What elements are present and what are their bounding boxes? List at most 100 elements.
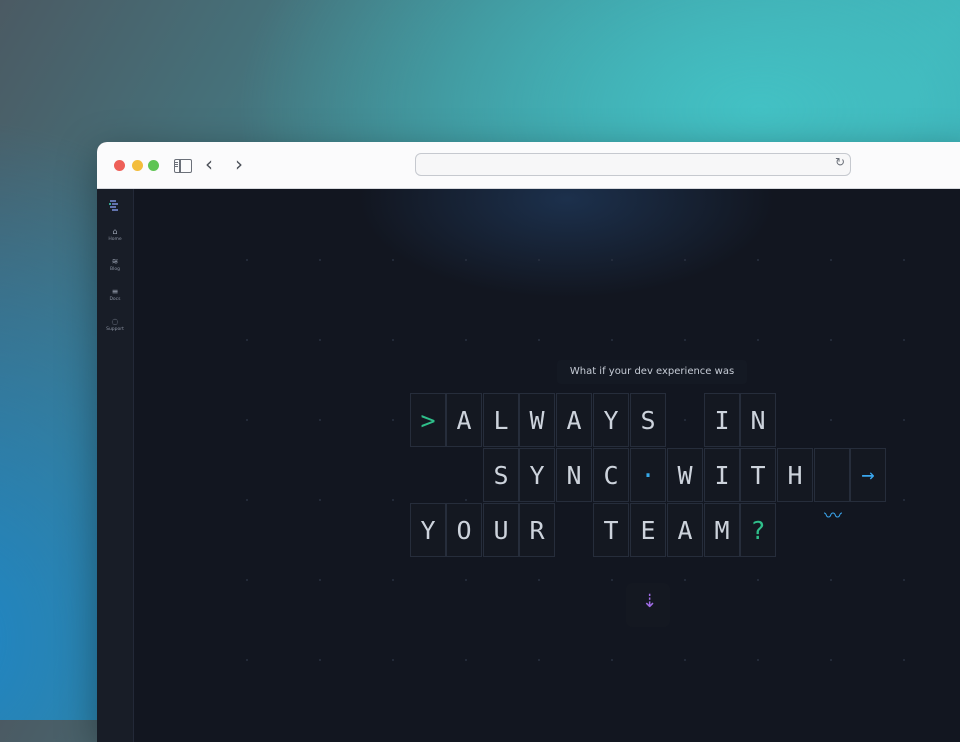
grid-dot — [684, 259, 686, 261]
grid-dot — [830, 659, 832, 661]
grid-dot — [538, 579, 540, 581]
letter-tile: H — [777, 448, 813, 502]
letter-tile: O — [446, 503, 482, 557]
address-bar[interactable]: ↻ — [415, 153, 851, 176]
grid-dot — [319, 499, 321, 501]
letter-tile: N — [556, 448, 592, 502]
browser-window: ‹ › ↻ ⌂ Home ≋ Blog ≡ Docs ◌ Support Wha… — [97, 142, 960, 742]
grid-dot — [903, 659, 905, 661]
letter-tile: S — [483, 448, 519, 502]
letter-tile: > — [410, 393, 446, 447]
grid-dot — [392, 419, 394, 421]
reload-icon[interactable]: ↻ — [835, 155, 845, 169]
grid-dot — [246, 659, 248, 661]
grid-dot — [246, 579, 248, 581]
letter-tile: A — [667, 503, 703, 557]
letter-tile: W — [519, 393, 555, 447]
grid-dot — [465, 499, 467, 501]
letter-tile: ? — [740, 503, 776, 557]
minimize-window-button[interactable] — [132, 160, 143, 171]
grid-dot — [319, 339, 321, 341]
close-window-button[interactable] — [114, 160, 125, 171]
letter-tile-separator: · — [630, 448, 666, 502]
letter-tile: R — [519, 503, 555, 557]
grid-dot — [392, 499, 394, 501]
grid-dot — [684, 659, 686, 661]
letter-tile: A — [556, 393, 592, 447]
grid-dot — [246, 259, 248, 261]
letter-tile: Y — [519, 448, 555, 502]
grid-dot — [465, 579, 467, 581]
nav-item-docs[interactable]: ≡ Docs — [97, 287, 133, 303]
letter-tile: I — [704, 448, 740, 502]
grid-dot — [319, 419, 321, 421]
support-icon: ◌ — [111, 317, 119, 326]
browser-titlebar: ‹ › ↻ — [97, 142, 960, 189]
grid-dot — [757, 339, 759, 341]
letter-tile: L — [483, 393, 519, 447]
grid-dot — [830, 259, 832, 261]
letter-tile: U — [483, 503, 519, 557]
nav-label-support: Support — [106, 327, 124, 332]
grid-dot — [830, 579, 832, 581]
grid-dot — [392, 259, 394, 261]
grid-dot — [903, 339, 905, 341]
docs-icon: ≡ — [111, 287, 119, 296]
grid-dot — [903, 419, 905, 421]
letter-tile-space — [556, 503, 592, 557]
logo-icon[interactable] — [108, 199, 120, 213]
letter-tile: T — [740, 448, 776, 502]
side-navigation: ⌂ Home ≋ Blog ≡ Docs ◌ Support — [97, 189, 134, 742]
grid-dot — [392, 579, 394, 581]
page-content: ⌂ Home ≋ Blog ≡ Docs ◌ Support What if y… — [97, 189, 960, 742]
nav-item-home[interactable]: ⌂ Home — [97, 227, 133, 243]
letter-tile: A — [446, 393, 482, 447]
grid-dot — [757, 659, 759, 661]
grid-dot — [611, 659, 613, 661]
grid-dot — [538, 659, 540, 661]
grid-dot — [538, 259, 540, 261]
letter-tile: E — [630, 503, 666, 557]
tagline: What if your dev experience was — [557, 360, 747, 384]
grid-dot — [465, 659, 467, 661]
rss-icon: ≋ — [111, 257, 119, 266]
letter-tile: S — [630, 393, 666, 447]
down-arrow-icon: ⇣ — [642, 591, 658, 612]
maximize-window-button[interactable] — [148, 160, 159, 171]
sidebar-toggle-icon[interactable] — [174, 159, 192, 173]
grid-dot — [611, 579, 613, 581]
grid-dot — [319, 259, 321, 261]
grid-dot — [611, 339, 613, 341]
scroll-down-button[interactable]: ⇣ — [626, 583, 670, 627]
grid-dot — [684, 339, 686, 341]
back-arrow-icon[interactable]: ‹ — [205, 154, 213, 174]
grid-dot — [538, 339, 540, 341]
grid-dot — [246, 419, 248, 421]
grid-dot — [830, 419, 832, 421]
letter-tile: W — [667, 448, 703, 502]
nav-item-blog[interactable]: ≋ Blog — [97, 257, 133, 273]
grid-dot — [246, 499, 248, 501]
forward-arrow-icon[interactable]: › — [235, 154, 243, 174]
squiggle-icon: 〰 — [824, 506, 842, 527]
letter-tile: Y — [593, 393, 629, 447]
grid-dot — [611, 259, 613, 261]
nav-item-support[interactable]: ◌ Support — [97, 317, 133, 333]
grid-dot — [903, 259, 905, 261]
letter-tile: T — [593, 503, 629, 557]
nav-label-blog: Blog — [110, 267, 120, 272]
letter-tile: C — [593, 448, 629, 502]
grid-dot — [903, 499, 905, 501]
grid-dot — [246, 339, 248, 341]
squiggle-tile — [814, 448, 850, 502]
letter-tile: M — [704, 503, 740, 557]
grid-dot — [319, 659, 321, 661]
grid-dot — [903, 579, 905, 581]
grid-dot — [684, 579, 686, 581]
nav-label-docs: Docs — [109, 297, 121, 302]
home-icon: ⌂ — [112, 227, 118, 236]
grid-dot — [830, 339, 832, 341]
letter-tile: Y — [410, 503, 446, 557]
grid-dot — [757, 579, 759, 581]
grid-dot — [392, 659, 394, 661]
